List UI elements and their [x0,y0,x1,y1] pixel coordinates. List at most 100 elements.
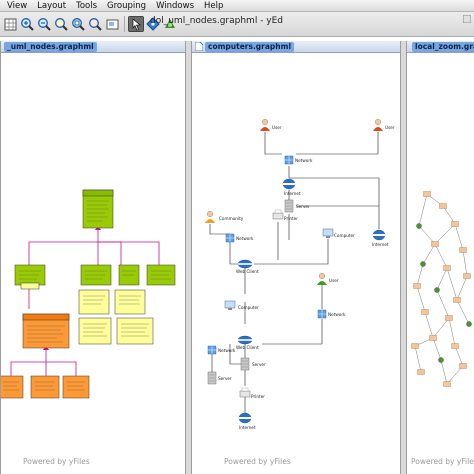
menu-grouping[interactable]: Grouping [102,0,151,12]
zoom-area-icon[interactable] [70,16,86,32]
graph-node[interactable] [459,247,467,253]
user-icon[interactable] [205,211,215,223]
server-label: Server [296,204,310,209]
network-label: Network [236,236,254,241]
uml-diagram[interactable] [1,54,186,464]
server-label: Server [218,376,232,381]
network-label: Network [328,312,346,317]
menu-help[interactable]: Help [199,0,228,12]
network-hub-icon[interactable] [284,155,294,165]
graph-pane-local-zoom[interactable]: local_zoom.graphm Powered by yFiles [406,41,474,474]
graph-node[interactable] [451,343,459,349]
tab-uml-nodes-label: _uml_nodes.graphml [4,41,97,52]
computer-icon[interactable] [224,300,236,310]
internet-globe-icon[interactable] [282,178,296,190]
powered-by-label: Powered by yFiles [23,457,90,466]
graph-node[interactable] [443,265,451,271]
tab-computers[interactable]: computers.graphml [192,41,400,53]
user-label: User [385,125,395,130]
printer-icon[interactable] [272,209,284,220]
computer-label: Computer [334,233,355,238]
zoom-out-icon[interactable] [36,16,52,32]
network-hub-icon[interactable] [207,345,217,355]
graph-node[interactable] [443,381,451,387]
network-hub-icon[interactable] [225,233,235,243]
user-label: User [272,125,282,130]
printer-icon[interactable] [239,387,251,398]
graph-node[interactable] [445,315,453,321]
server-icon[interactable] [207,371,217,385]
tab-uml-nodes[interactable]: _uml_nodes.graphml [1,41,185,53]
web-client-icon[interactable] [237,335,253,345]
network-hub-icon[interactable] [317,309,327,319]
graph-edge [418,225,436,245]
graph-edge [454,345,464,367]
zoom-selection-icon[interactable] [87,16,103,32]
graph-edge [446,365,464,385]
graph-node[interactable] [438,357,444,363]
menu-windows[interactable]: Windows [151,0,199,12]
zoom-fit-icon[interactable] [53,16,69,32]
tab-local-zoom-label: local_zoom.graphm [412,41,474,52]
user-icon[interactable] [317,273,327,285]
user-icon[interactable] [260,119,270,131]
user-label: User [329,278,339,283]
server-icon[interactable] [284,199,294,213]
graph-edge [418,193,428,227]
graph-edge [416,285,426,313]
graph-node[interactable] [439,203,447,209]
internet-globe-icon[interactable] [238,412,252,424]
graph-edge [416,263,424,287]
network-label: Network [218,348,236,353]
graph-edge [448,317,456,347]
edit-mode-icon[interactable] [128,16,144,32]
tab-local-zoom[interactable]: local_zoom.graphm [407,41,474,53]
graph-node[interactable] [411,343,419,349]
menu-layout[interactable]: Layout [32,0,71,12]
internet-label: Internet [239,425,256,430]
network-diagram[interactable]: User User Network Internet Server Internet Com… [192,54,401,464]
internet-globe-icon[interactable] [372,229,386,241]
graph-edge [432,337,442,361]
powered-by-label: Powered by yFiles [411,457,474,466]
graph-node[interactable] [434,287,440,293]
computer-icon[interactable] [322,228,334,238]
graph-node[interactable] [420,261,426,267]
graph-node[interactable] [466,321,472,327]
graph-pane-computers[interactable]: computers.graphml User User Network Interne… [191,41,401,474]
graph-edge [422,243,436,265]
printer-label: Printer [284,216,298,221]
graph-node[interactable] [451,221,459,227]
community-label: Community [219,216,244,221]
graph-edge [442,205,456,225]
overview-icon[interactable] [104,16,120,32]
local-zoom-graph[interactable] [407,54,474,464]
server-icon[interactable] [240,357,250,371]
server-label: Server [252,362,266,367]
graph-node[interactable] [416,223,422,229]
graph-node[interactable] [417,369,425,375]
graph-node[interactable] [429,335,437,341]
grid-icon[interactable] [2,16,18,32]
graph-edge [434,223,456,245]
user-icon[interactable] [373,119,383,131]
graph-edge [456,275,468,301]
graph-node[interactable] [421,309,429,315]
graph-node[interactable] [431,241,439,247]
graph-node[interactable] [459,363,467,369]
graph-node[interactable] [423,191,431,197]
graph-node[interactable] [453,297,461,303]
menu-tools[interactable]: Tools [71,0,102,12]
web-client-icon[interactable] [237,259,253,269]
graph-node[interactable] [463,273,471,279]
internet-label: Internet [372,242,389,247]
window-title: dol_uml_nodes.graphml - yEd [150,16,284,26]
network-label: Network [295,158,313,163]
zoom-in-icon[interactable] [19,16,35,32]
printer-label: Printer [251,394,265,399]
graph-pane-uml[interactable]: _uml_nodes.graphml Powered by yFiles [0,41,186,474]
web-client-label: Web Client [236,345,259,350]
graph-edge [424,311,434,339]
menu-view[interactable]: View [0,0,32,12]
graph-node[interactable] [413,283,421,289]
